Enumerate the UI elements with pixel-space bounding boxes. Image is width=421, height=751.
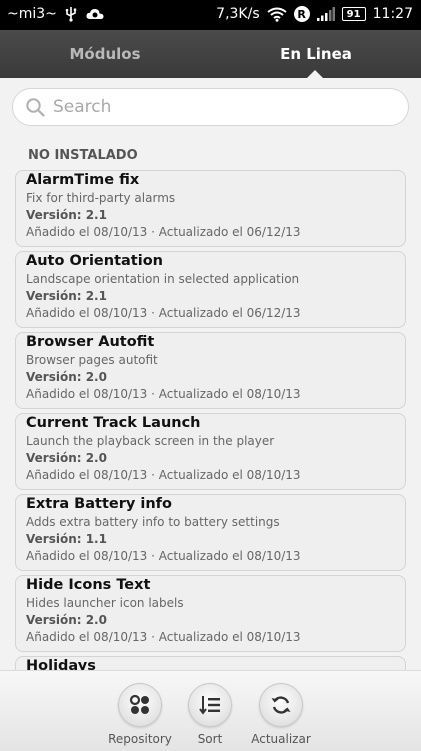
sort-icon-button[interactable] <box>188 683 232 727</box>
module-dates: Añadido el 08/10/13 · Actualizado el 06/… <box>26 225 301 239</box>
module-card-holidays[interactable]: Holidays <box>15 656 406 670</box>
repository-icon-button[interactable] <box>118 683 162 727</box>
module-card-extra-battery-info[interactable]: Extra Battery info Adds extra battery in… <box>15 494 406 571</box>
module-card-alarmtime-fix[interactable]: AlarmTime fix Fix for third-party alarms… <box>15 170 406 247</box>
module-description: Launch the playback screen in the player <box>26 434 275 448</box>
refresh-icon <box>271 696 291 714</box>
battery-indicator: 91 <box>341 7 366 21</box>
status-bar: ~mi3~ 7,3K/s R 91 11:27 <box>0 0 421 30</box>
network-speed: 7,3K/s <box>216 6 260 22</box>
active-tab-indicator <box>307 70 323 78</box>
module-version: Versión: 2.0 <box>26 613 107 627</box>
wifi-icon <box>267 7 287 22</box>
bottom-action-bar: Repository Sort Actualizar <box>0 670 421 751</box>
module-description: Fix for third-party alarms <box>26 191 176 205</box>
module-description: Landscape orientation in selected applic… <box>26 272 300 286</box>
cloud-sync-icon <box>85 6 105 22</box>
status-bar-right: 7,3K/s R 91 11:27 <box>209 6 413 22</box>
sort-label: Sort <box>197 732 223 746</box>
module-card-hide-icons-text[interactable]: Hide Icons Text Hides launcher icon labe… <box>15 575 406 652</box>
sort-icon <box>199 696 220 715</box>
signal-icon <box>316 7 335 21</box>
section-header: NO INSTALADO <box>28 148 138 163</box>
sort-button[interactable]: Sort <box>170 683 250 746</box>
module-title: Current Track Launch <box>26 415 201 431</box>
module-description: Adds extra battery info to battery setti… <box>26 515 280 529</box>
module-title: Hide Icons Text <box>26 577 151 593</box>
repository-icon <box>129 694 149 714</box>
module-version: Versión: 2.0 <box>26 370 107 384</box>
roaming-indicator: R <box>293 6 310 22</box>
module-card-current-track-launch[interactable]: Current Track Launch Launch the playback… <box>15 413 406 490</box>
refresh-button[interactable]: Actualizar <box>241 683 321 746</box>
module-card-auto-orientation[interactable]: Auto Orientation Landscape orientation i… <box>15 251 406 328</box>
module-dates: Añadido el 08/10/13 · Actualizado el 08/… <box>26 468 301 482</box>
module-version: Versión: 2.1 <box>26 208 107 222</box>
module-dates: Añadido el 08/10/13 · Actualizado el 08/… <box>26 549 301 563</box>
module-title: Holidays <box>26 658 96 670</box>
clock: 11:27 <box>372 6 413 22</box>
tab-modulos[interactable]: Módulos <box>0 30 210 78</box>
module-title: Extra Battery info <box>26 496 172 512</box>
refresh-icon-button[interactable] <box>259 683 303 727</box>
module-version: Versión: 2.0 <box>26 451 107 465</box>
module-description: Browser pages autofit <box>26 353 158 367</box>
module-title: Auto Orientation <box>26 253 163 269</box>
search-input[interactable] <box>51 96 385 118</box>
module-description: Hides launcher icon labels <box>26 596 184 610</box>
module-dates: Añadido el 08/10/13 · Actualizado el 06/… <box>26 306 301 320</box>
status-bar-left: ~mi3~ <box>7 6 105 22</box>
module-title: Browser Autofit <box>26 334 155 350</box>
refresh-label: Actualizar <box>251 732 311 746</box>
module-version: Versión: 2.1 <box>26 289 107 303</box>
usb-icon <box>63 6 79 22</box>
tab-bar: Módulos En Linea <box>0 30 421 78</box>
repository-label: Repository <box>108 732 172 746</box>
module-list[interactable]: AlarmTime fix Fix for third-party alarms… <box>0 170 421 670</box>
repository-button[interactable]: Repository <box>100 683 180 746</box>
module-dates: Añadido el 08/10/13 · Actualizado el 08/… <box>26 387 301 401</box>
module-card-browser-autofit[interactable]: Browser Autofit Browser pages autofit Ve… <box>15 332 406 409</box>
carrier-label: ~mi3~ <box>7 6 57 22</box>
module-dates: Añadido el 08/10/13 · Actualizado el 08/… <box>26 630 301 644</box>
module-version: Versión: 1.1 <box>26 532 107 546</box>
search-icon <box>25 97 45 117</box>
search-box[interactable] <box>12 88 409 126</box>
module-title: AlarmTime fix <box>26 172 140 188</box>
